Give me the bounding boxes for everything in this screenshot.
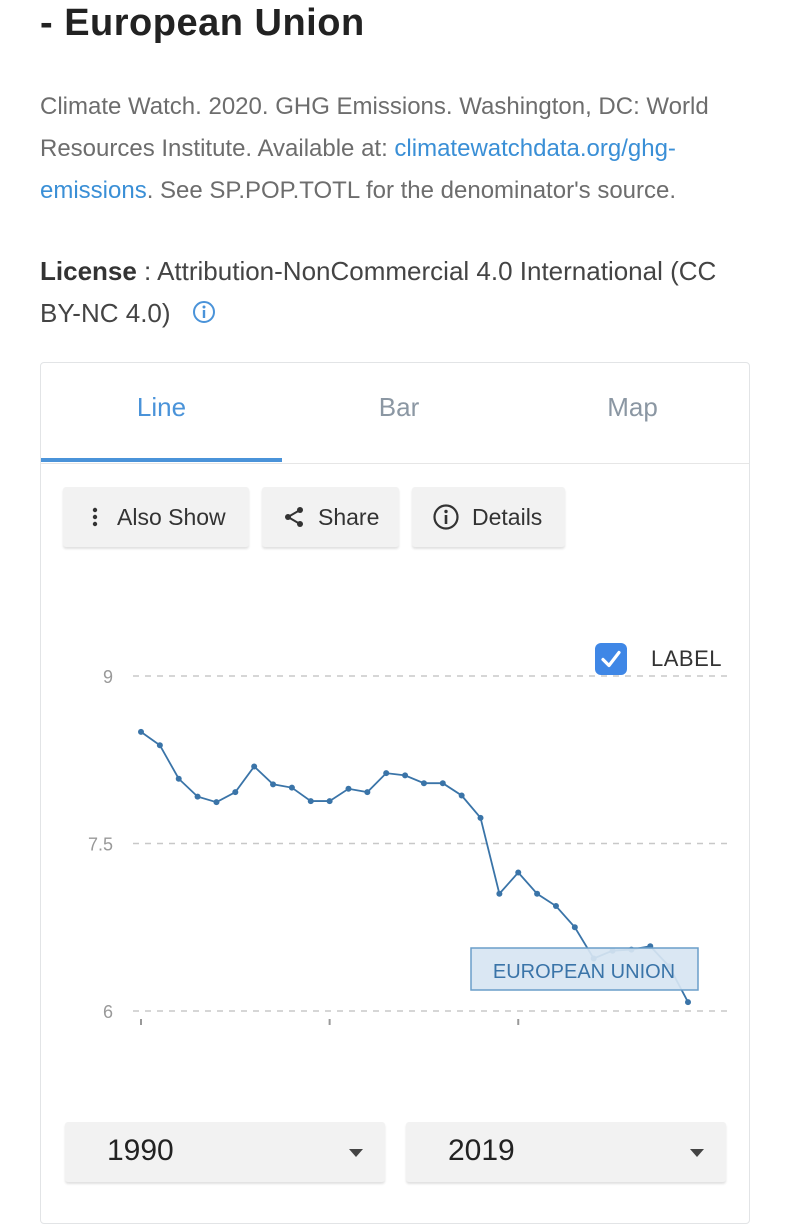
start-year-value: 1990	[107, 1134, 174, 1167]
data-point	[496, 890, 503, 897]
data-point	[552, 903, 559, 910]
info-icon[interactable]	[192, 294, 216, 336]
label-toggle-text: LABEL	[651, 646, 722, 671]
label-toggle[interactable]: LABEL	[595, 643, 722, 675]
data-point	[194, 793, 201, 800]
data-point	[345, 785, 352, 792]
license-label: License	[40, 256, 137, 286]
y-tick-label: 7.5	[88, 835, 113, 855]
data-point	[270, 781, 277, 788]
data-point	[175, 775, 182, 782]
chart-card: Line Bar Map Also Show Share Details 9 7.…	[40, 362, 750, 1224]
data-point	[439, 780, 446, 787]
data-point	[251, 763, 258, 770]
data-point	[420, 780, 427, 787]
series-label: EUROPEAN UNION	[493, 961, 675, 983]
data-point	[364, 789, 371, 796]
line-chart: 9 7.5 6 EUROPEAN UNION	[88, 667, 727, 1025]
data-point	[383, 770, 390, 777]
y-tick-label: 6	[103, 1002, 113, 1022]
data-point	[156, 742, 163, 749]
data-point	[138, 728, 144, 735]
label-checkbox[interactable]	[595, 643, 627, 675]
data-point	[213, 799, 220, 806]
data-point	[326, 798, 333, 805]
data-point	[515, 869, 522, 876]
end-year-select[interactable]: 2019	[406, 1122, 726, 1182]
data-point	[458, 792, 465, 799]
license-info: License : Attribution-NonCommercial 4.0 …	[40, 250, 760, 336]
start-year-select[interactable]: 1990	[65, 1122, 385, 1182]
data-point	[477, 814, 484, 821]
checkmark-icon	[601, 650, 621, 668]
chevron-down-icon	[690, 1149, 704, 1157]
data-point	[402, 772, 409, 779]
data-point	[232, 789, 239, 796]
end-year-value: 2019	[448, 1134, 515, 1167]
license-separator: :	[136, 256, 158, 286]
y-tick-label: 9	[103, 667, 113, 687]
source-text-after: . See SP.POP.TOTL for the denominator's …	[146, 177, 677, 204]
data-point	[534, 890, 541, 897]
page-title: - European Union	[40, 2, 365, 44]
data-point	[307, 798, 314, 805]
data-point	[288, 784, 295, 791]
data-point	[685, 999, 691, 1006]
chevron-down-icon	[349, 1149, 363, 1157]
source-citation: Climate Watch. 2020. GHG Emissions. Wash…	[40, 86, 740, 212]
data-point	[571, 924, 578, 931]
